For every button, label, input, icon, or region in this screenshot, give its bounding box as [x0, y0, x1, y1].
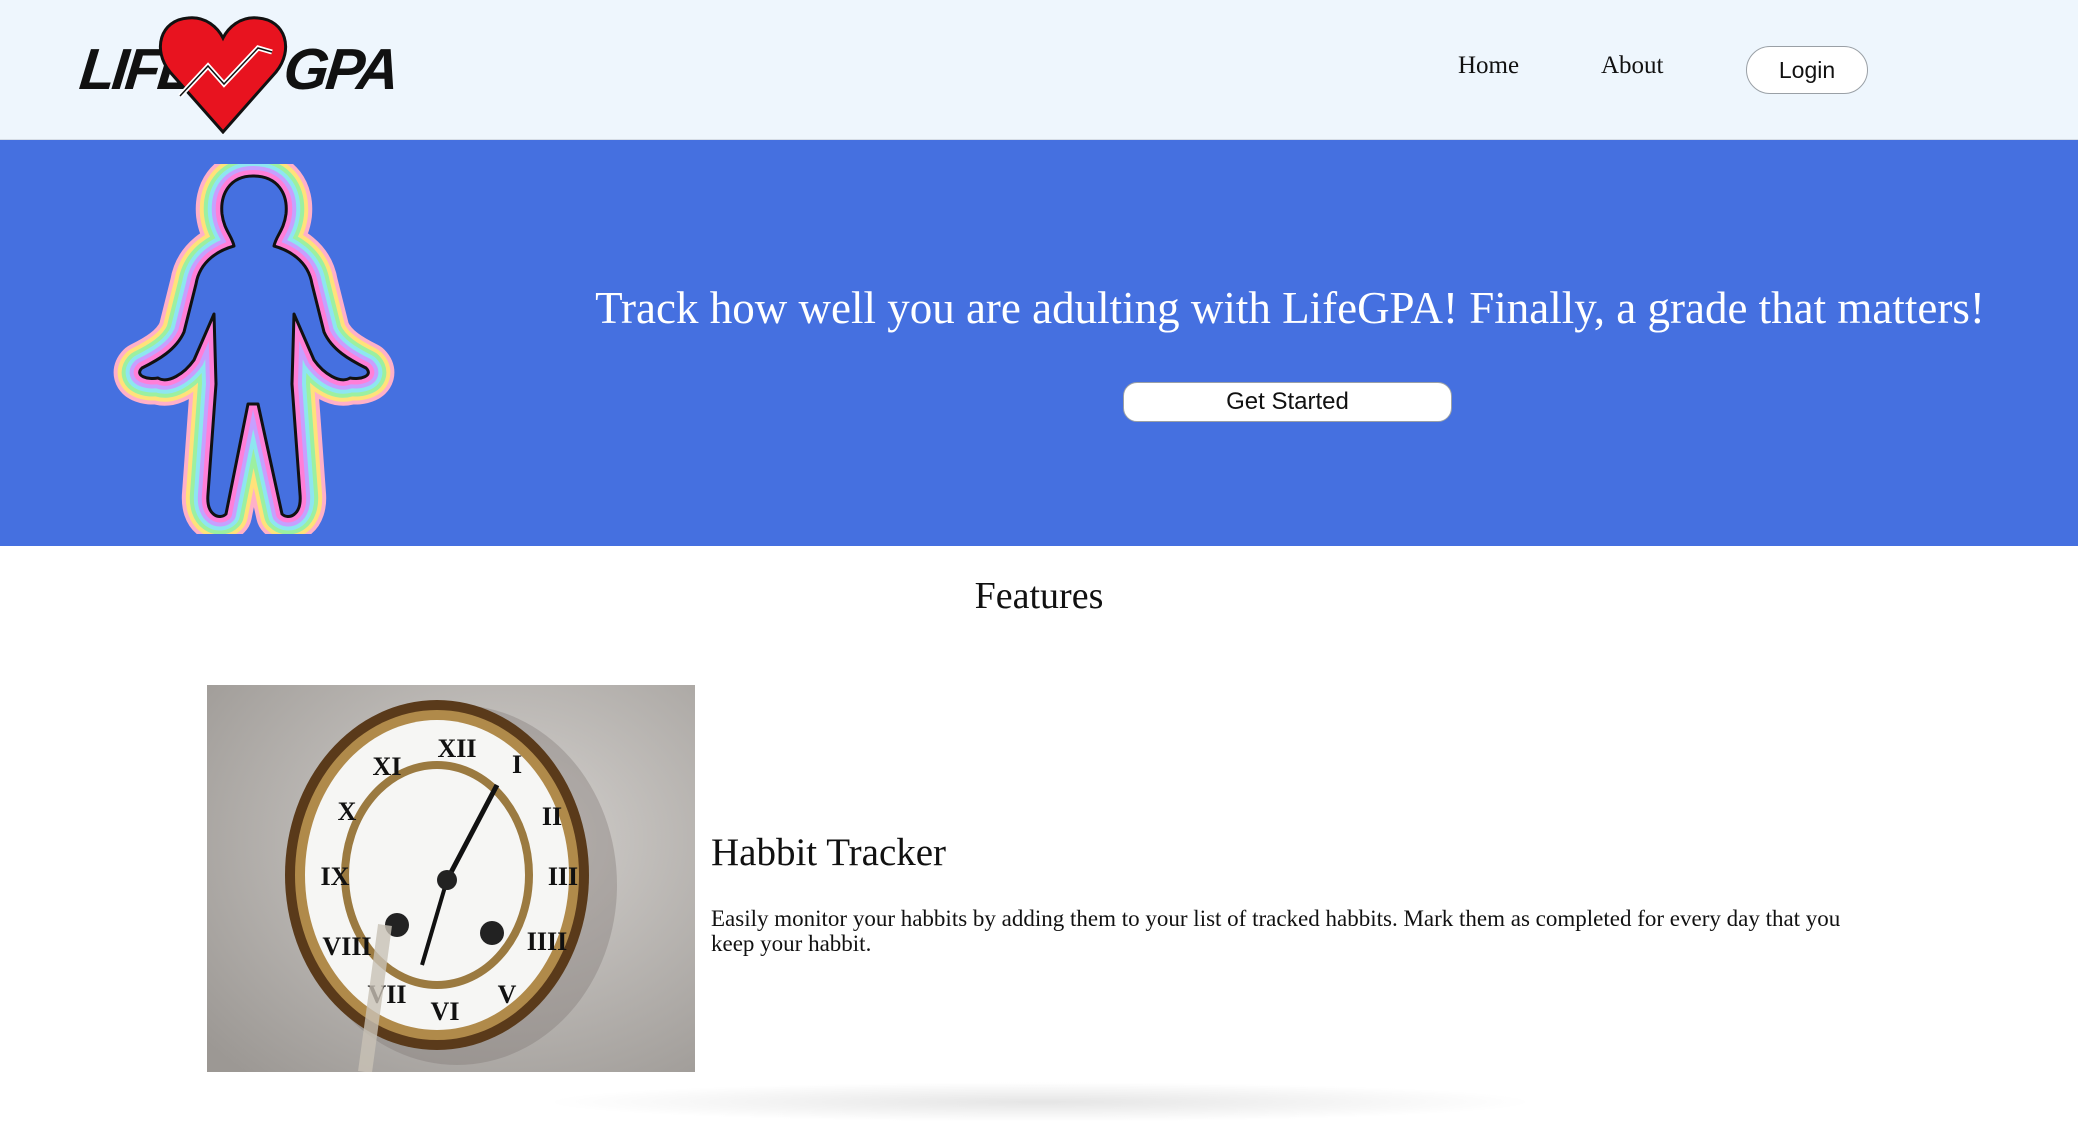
logo[interactable]: LIFE GPA [77, 14, 400, 134]
nav-home-link[interactable]: Home [1458, 52, 1519, 80]
svg-text:II: II [542, 802, 562, 831]
feature-description: Easily monitor your habbits by adding th… [711, 906, 1841, 956]
login-button[interactable]: Login [1746, 46, 1868, 94]
hero-tagline: Track how well you are adulting with Lif… [595, 283, 1985, 333]
svg-text:X: X [338, 797, 357, 826]
svg-text:VI: VI [431, 997, 460, 1026]
get-started-button[interactable]: Get Started [1123, 382, 1452, 422]
bottom-card-shadow [540, 1082, 1540, 1122]
svg-text:I: I [512, 750, 522, 779]
heart-icon [158, 16, 288, 134]
svg-text:XI: XI [373, 752, 402, 781]
svg-text:XII: XII [437, 734, 476, 763]
svg-text:IX: IX [321, 862, 350, 891]
svg-text:III: III [548, 862, 578, 891]
human-aura-icon [88, 164, 418, 534]
logo-gpa-text: GPA [280, 37, 400, 102]
clock-photo: XII I II III IIII V VI VII VIII IX X XI [207, 685, 695, 1072]
svg-text:V: V [498, 980, 517, 1009]
feature-title: Habbit Tracker [711, 831, 947, 874]
nav-about-link[interactable]: About [1601, 52, 1664, 80]
svg-text:VIII: VIII [322, 932, 371, 961]
hero-banner: Track how well you are adulting with Lif… [0, 140, 2078, 546]
site-header: LIFE GPA Home About Login [0, 0, 2078, 140]
svg-text:IIII: IIII [527, 927, 567, 956]
features-heading: Features [974, 575, 1104, 617]
